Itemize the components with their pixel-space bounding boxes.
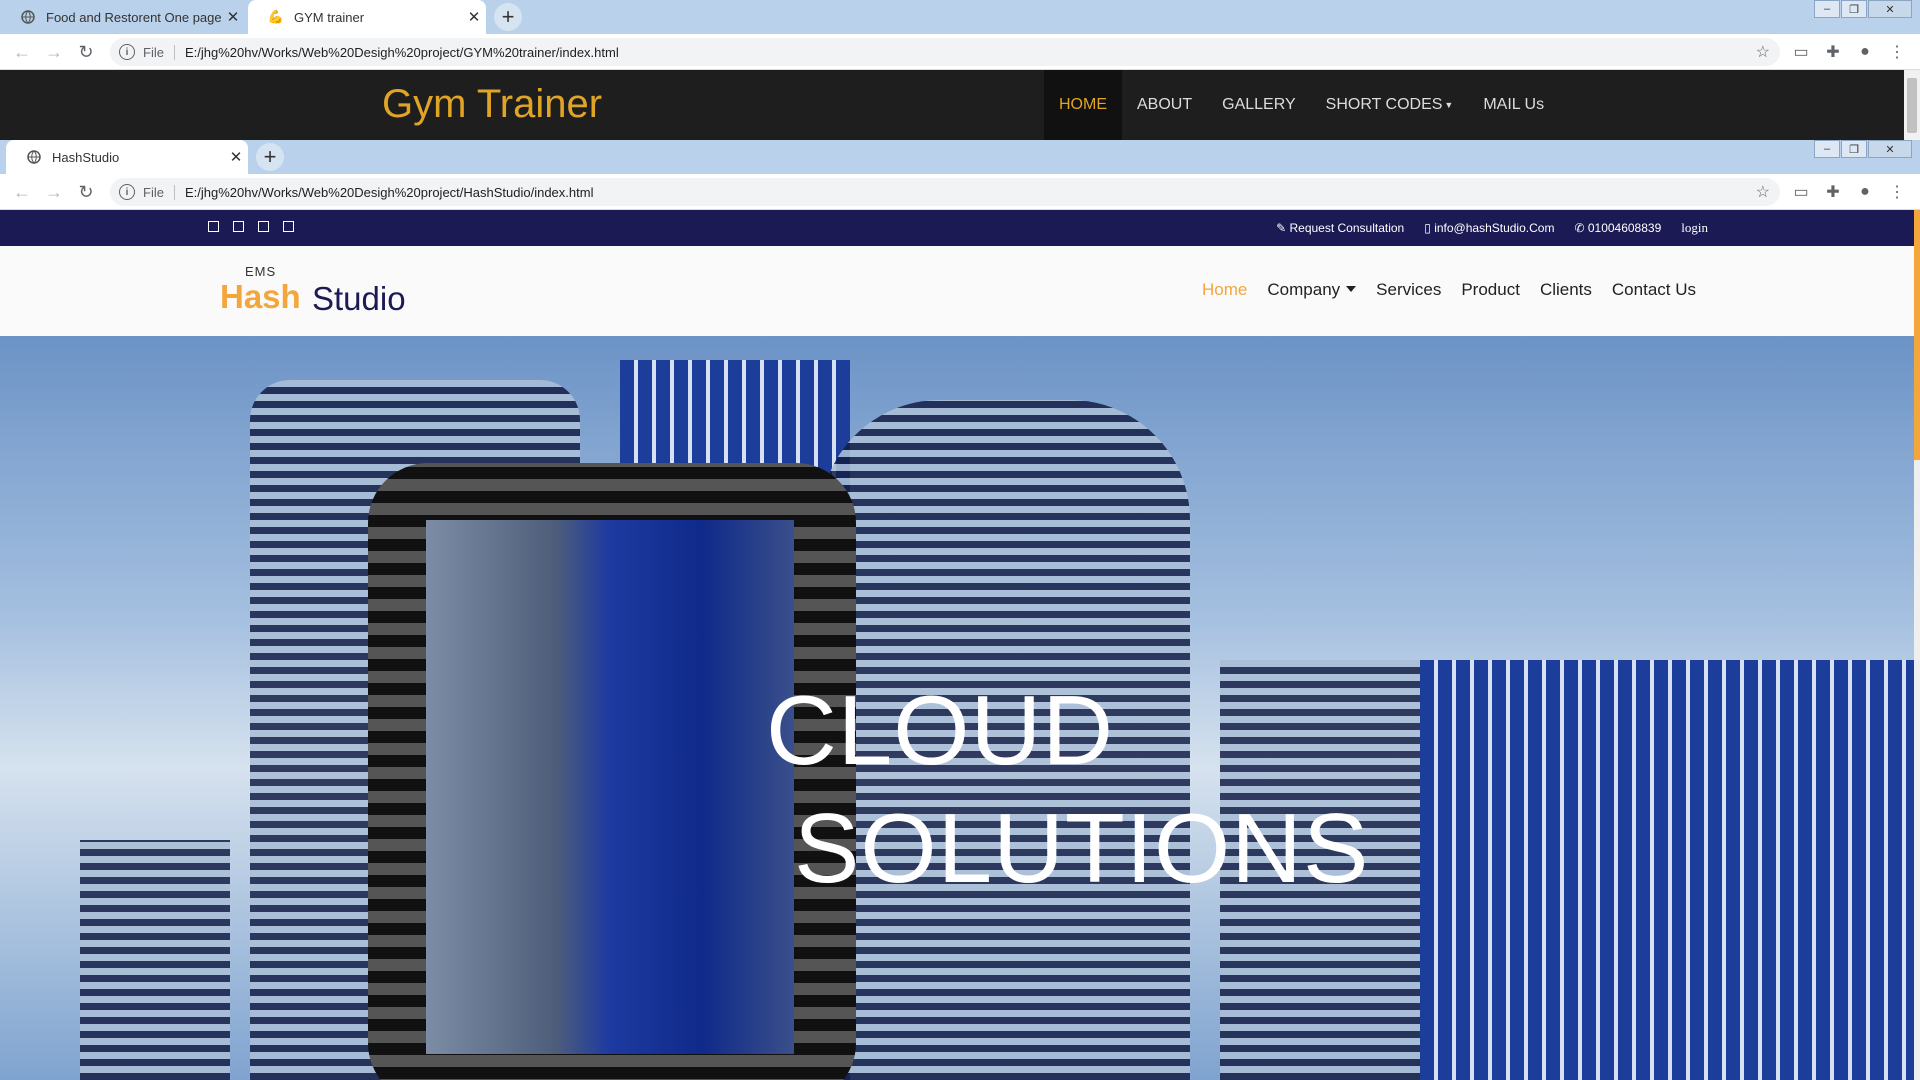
forward-arrow-icon[interactable]: → <box>44 182 64 202</box>
hero-title-line1: CLOUD <box>766 675 1115 785</box>
mail-icon: ▯ <box>1424 221 1431 235</box>
url-text[interactable]: E:/jhg%20hv/Works/Web%20Desigh%20project… <box>185 185 594 200</box>
nav-product[interactable]: Product <box>1461 280 1520 300</box>
minimize-icon[interactable]: – <box>1814 0 1840 18</box>
close-tab-icon[interactable]: ✕ <box>221 8 245 26</box>
globe-icon <box>20 9 36 25</box>
hash-menu: Home Company Services Product Clients Co… <box>1202 280 1696 300</box>
nav-home[interactable]: Home <box>1202 280 1247 300</box>
nav-clients[interactable]: Clients <box>1540 280 1592 300</box>
scrollbar-thumb[interactable] <box>1907 78 1917 133</box>
reading-list-icon[interactable]: ▭ <box>1792 43 1810 61</box>
new-tab-button[interactable]: + <box>256 143 284 171</box>
restore-icon[interactable]: ❐ <box>1841 0 1867 18</box>
gym-menu-home[interactable]: HOME <box>1044 70 1122 140</box>
back-arrow-icon[interactable]: ← <box>12 182 32 202</box>
social-icon[interactable] <box>208 221 219 232</box>
globe-icon <box>26 149 42 165</box>
close-tab-icon[interactable]: ✕ <box>462 8 486 26</box>
hero-title-line2: SOLUTIONS <box>794 793 1370 903</box>
social-icon[interactable] <box>258 221 269 232</box>
info-icon[interactable]: i <box>119 44 135 60</box>
logo-ems: EMS <box>245 264 277 279</box>
gym-menu: HOME ABOUT GALLERY SHORT CODES ▼ MAIL Us <box>1044 70 1559 140</box>
social-icon[interactable] <box>233 221 244 232</box>
gym-menu-mail-us[interactable]: MAIL Us <box>1468 70 1559 140</box>
tab-gym-trainer[interactable]: 💪 GYM trainer ✕ <box>248 0 486 34</box>
tab-title: HashStudio <box>52 149 120 165</box>
caret-down-icon <box>1346 286 1357 292</box>
menu-kebab-icon[interactable]: ⋮ <box>1888 183 1906 201</box>
email-link[interactable]: ▯ info@hashStudio.Com <box>1424 221 1554 235</box>
gym-scrollbar[interactable] <box>1904 70 1920 140</box>
logo-studio: Studio <box>312 280 406 317</box>
menu-kebab-icon[interactable]: ⋮ <box>1888 43 1906 61</box>
gym-menu-gallery[interactable]: GALLERY <box>1207 70 1311 140</box>
reload-icon[interactable]: ↻ <box>76 42 96 62</box>
minimize-icon[interactable]: – <box>1814 140 1840 158</box>
url-scheme-label: File <box>143 44 175 60</box>
extensions-puzzle-icon[interactable]: ✚ <box>1824 183 1842 201</box>
hero-section: CLOUD SOLUTIONS <box>0 336 1920 1080</box>
gym-brand-title[interactable]: Gym Trainer <box>382 82 602 127</box>
edit-icon: ✎ <box>1276 221 1287 235</box>
forward-arrow-icon[interactable]: → <box>44 42 64 62</box>
url-text[interactable]: E:/jhg%20hv/Works/Web%20Desigh%20project… <box>185 45 619 60</box>
login-link[interactable]: login <box>1681 220 1708 236</box>
reload-icon[interactable]: ↻ <box>76 182 96 202</box>
hash-topbar: ✎ Request Consultation ▯ info@hashStudio… <box>0 210 1920 246</box>
window-controls: – ❐ ✕ <box>1813 0 1912 18</box>
tab-title: GYM trainer <box>294 9 365 25</box>
flexed-arm-icon: 💪 <box>267 9 285 24</box>
email-label: info@hashStudio.Com <box>1434 221 1555 235</box>
topbar-contacts: ✎ Request Consultation ▯ info@hashStudio… <box>1276 220 1708 236</box>
address-bar[interactable]: i File E:/jhg%20hv/Works/Web%20Desigh%20… <box>110 178 1780 206</box>
toolbar-hash: ← → ↻ i File E:/jhg%20hv/Works/Web%20Des… <box>0 174 1920 210</box>
hero-frame-inner-image <box>426 520 794 1054</box>
back-arrow-icon[interactable]: ← <box>12 42 32 62</box>
scrollbar-thumb[interactable] <box>1914 210 1920 460</box>
phone-label: 01004608839 <box>1587 221 1662 235</box>
nav-company-label: Company <box>1267 280 1341 299</box>
extensions-puzzle-icon[interactable]: ✚ <box>1824 43 1842 61</box>
bookmark-star-icon[interactable]: ☆ <box>1756 42 1770 62</box>
gym-menu-short-codes[interactable]: SHORT CODES ▼ <box>1311 70 1469 140</box>
building-left <box>80 840 230 1080</box>
new-tab-button[interactable]: + <box>494 3 522 31</box>
nav-services[interactable]: Services <box>1376 280 1441 300</box>
phone-link[interactable]: ✆ 01004608839 <box>1574 221 1661 235</box>
nav-contact-us[interactable]: Contact Us <box>1612 280 1696 300</box>
hash-navbar: EMS Hash Studio Home Company Services Pr… <box>0 246 1920 336</box>
toolbar-gym: ← → ↻ i File E:/jhg%20hv/Works/Web%20Des… <box>0 34 1920 70</box>
close-window-icon[interactable]: ✕ <box>1868 140 1912 158</box>
tab-food-restorent[interactable]: Food and Restorent One page Te ✕ <box>0 0 245 34</box>
building-right <box>1420 660 1920 1080</box>
tab-hashstudio[interactable]: HashStudio ✕ <box>6 140 248 174</box>
tab-strip-hash <box>0 140 1920 174</box>
tab-title: Food and Restorent One page Te <box>46 9 221 25</box>
logo-hash: Hash <box>220 278 301 315</box>
bookmark-star-icon[interactable]: ☆ <box>1756 182 1770 202</box>
page-scrollbar[interactable] <box>1914 210 1920 1080</box>
reading-list-icon[interactable]: ▭ <box>1792 183 1810 201</box>
close-window-icon[interactable]: ✕ <box>1868 0 1912 18</box>
request-consultation-label: Request Consultation <box>1289 221 1405 235</box>
close-tab-icon[interactable]: ✕ <box>224 148 248 166</box>
info-icon[interactable]: i <box>119 184 135 200</box>
profile-icon[interactable]: ● <box>1856 43 1874 61</box>
gym-menu-short-codes-label: SHORT CODES <box>1325 96 1443 113</box>
address-bar[interactable]: i File E:/jhg%20hv/Works/Web%20Desigh%20… <box>110 38 1780 66</box>
nav-company[interactable]: Company <box>1267 280 1357 300</box>
profile-icon[interactable]: ● <box>1856 183 1874 201</box>
social-icon[interactable] <box>283 221 294 232</box>
social-icons <box>208 221 294 232</box>
restore-icon[interactable]: ❐ <box>1841 140 1867 158</box>
url-scheme-label: File <box>143 184 175 200</box>
request-consultation-link[interactable]: ✎ Request Consultation <box>1276 221 1404 235</box>
gym-menu-about[interactable]: ABOUT <box>1122 70 1207 140</box>
window-controls: – ❐ ✕ <box>1813 140 1912 158</box>
caret-down-icon: ▼ <box>1444 100 1454 110</box>
gym-navbar: Gym Trainer HOME ABOUT GALLERY SHORT COD… <box>0 70 1920 140</box>
phone-icon: ✆ <box>1574 221 1585 235</box>
